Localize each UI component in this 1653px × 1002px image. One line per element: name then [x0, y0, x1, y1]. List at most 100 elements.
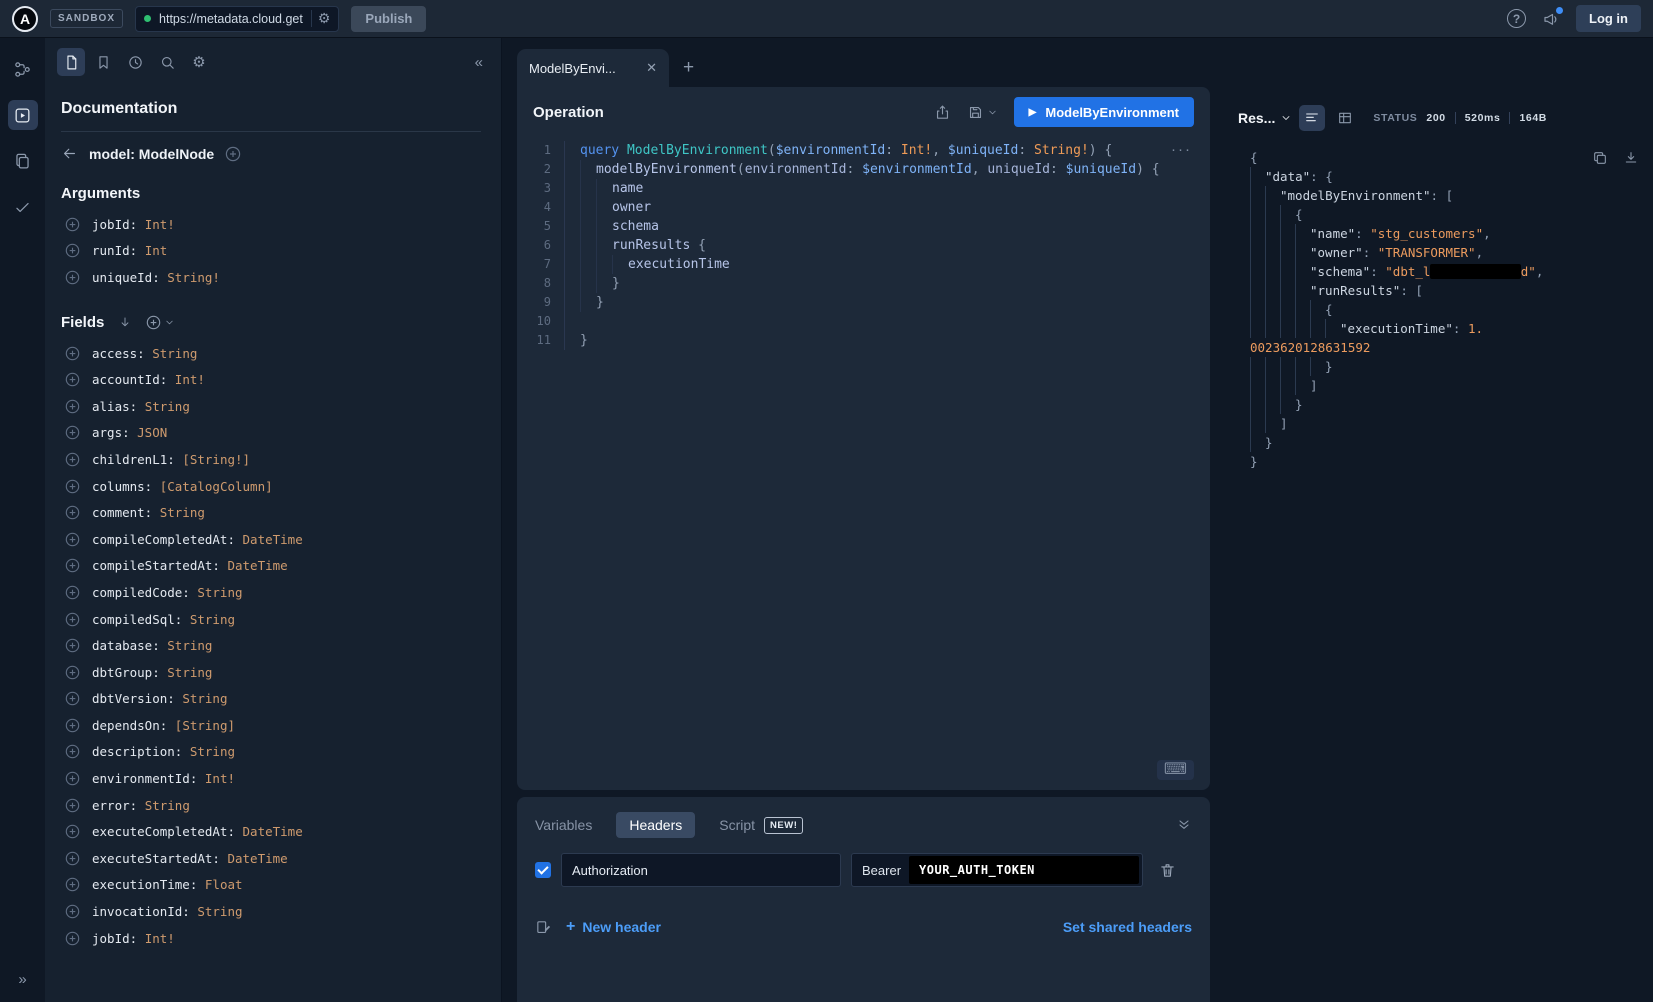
field-label[interactable]: compileCompletedAt: DateTime	[92, 532, 303, 547]
query-editor[interactable]: ··· 1query ModelByEnvironment($environme…	[517, 137, 1210, 350]
help-icon[interactable]: ?	[1507, 9, 1526, 28]
add-to-query-icon[interactable]	[65, 479, 80, 494]
apollo-logo[interactable]: A	[12, 6, 38, 32]
announcements-icon[interactable]	[1542, 10, 1560, 28]
add-to-query-icon[interactable]	[65, 505, 80, 520]
field-label[interactable]: uniqueId: String!	[92, 270, 220, 285]
header-enabled-checkbox[interactable]	[535, 862, 551, 878]
field-label[interactable]: alias: String	[92, 399, 190, 414]
field-label[interactable]: columns: [CatalogColumn]	[92, 479, 273, 494]
add-to-query-icon[interactable]	[65, 217, 80, 232]
field-label[interactable]: executionTime: Float	[92, 877, 243, 892]
field-label[interactable]: childrenL1: [String!]	[92, 452, 250, 467]
add-to-query-icon[interactable]	[65, 638, 80, 653]
editor-overflow-menu-icon[interactable]: ···	[1171, 141, 1192, 158]
field-label[interactable]: executeCompletedAt: DateTime	[92, 824, 303, 839]
back-arrow-icon[interactable]	[61, 145, 78, 162]
readme-clipboard-icon[interactable]	[8, 146, 38, 176]
add-all-fields-icon[interactable]	[146, 315, 175, 330]
add-to-query-icon[interactable]	[65, 452, 80, 467]
sort-fields-icon[interactable]	[118, 315, 132, 329]
add-to-query-icon[interactable]	[65, 346, 80, 361]
field-label[interactable]: dbtGroup: String	[92, 665, 212, 680]
settings-gear-icon[interactable]: ⚙	[185, 48, 213, 76]
tab-variables[interactable]: Variables	[535, 817, 592, 833]
endpoint-settings-gear-icon[interactable]: ⚙	[311, 10, 331, 27]
add-to-query-icon[interactable]	[65, 824, 80, 839]
collapse-bottom-panel-icon[interactable]	[1176, 817, 1192, 833]
tab-script[interactable]: Script NEW!	[719, 817, 803, 834]
add-to-query-icon[interactable]	[65, 931, 80, 946]
field-label[interactable]: access: String	[92, 346, 197, 361]
schema-graph-icon[interactable]	[8, 54, 38, 84]
add-to-query-icon[interactable]	[65, 771, 80, 786]
field-label[interactable]: compiledCode: String	[92, 585, 243, 600]
field-label[interactable]: jobId: Int!	[92, 217, 175, 232]
explorer-icon[interactable]	[8, 100, 38, 130]
expand-rail-icon[interactable]: »	[18, 971, 26, 988]
field-label[interactable]: executeStartedAt: DateTime	[92, 851, 288, 866]
checks-icon[interactable]	[8, 192, 38, 222]
keyboard-shortcuts-icon[interactable]: ⌨	[1157, 760, 1194, 780]
add-to-query-icon[interactable]	[65, 877, 80, 892]
copy-response-icon[interactable]	[1592, 150, 1608, 166]
tab-headers[interactable]: Headers	[616, 812, 695, 838]
field-label[interactable]: error: String	[92, 798, 190, 813]
add-to-query-icon[interactable]	[65, 532, 80, 547]
field-label[interactable]: environmentId: Int!	[92, 771, 235, 786]
new-tab-icon[interactable]: +	[683, 57, 694, 79]
field-label[interactable]: args: JSON	[92, 425, 167, 440]
field-label[interactable]: comment: String	[92, 505, 205, 520]
save-operation-icon[interactable]	[967, 104, 998, 121]
field-label[interactable]: description: String	[92, 744, 235, 759]
add-type-icon[interactable]	[225, 146, 241, 162]
login-button[interactable]: Log in	[1576, 5, 1641, 32]
delete-header-icon[interactable]	[1159, 862, 1176, 879]
add-to-query-icon[interactable]	[65, 558, 80, 573]
current-type-label[interactable]: model: ModelNode	[89, 146, 214, 162]
add-to-query-icon[interactable]	[65, 851, 80, 866]
set-shared-headers-button[interactable]: Set shared headers	[1063, 919, 1192, 935]
add-to-query-icon[interactable]	[65, 399, 80, 414]
add-to-query-icon[interactable]	[65, 744, 80, 759]
close-tab-icon[interactable]: ✕	[646, 60, 657, 76]
operation-tab-label[interactable]: ModelByEnvi...	[529, 61, 638, 76]
add-to-query-icon[interactable]	[65, 585, 80, 600]
history-icon[interactable]	[121, 48, 149, 76]
field-label[interactable]: database: String	[92, 638, 212, 653]
response-dropdown[interactable]: Res...	[1238, 110, 1292, 126]
raw-view-toggle-icon[interactable]	[1299, 105, 1325, 131]
add-to-query-icon[interactable]	[65, 718, 80, 733]
bookmarks-icon[interactable]	[89, 48, 117, 76]
add-to-query-icon[interactable]	[65, 691, 80, 706]
table-view-toggle-icon[interactable]	[1332, 105, 1358, 131]
operation-tab[interactable]: ModelByEnvi... ✕	[517, 49, 669, 87]
field-label[interactable]: jobId: Int!	[92, 931, 175, 946]
add-to-query-icon[interactable]	[65, 612, 80, 627]
field-label[interactable]: runId: Int	[92, 243, 167, 258]
header-value-input[interactable]: Bearer YOUR_AUTH_TOKEN	[851, 853, 1143, 887]
field-label[interactable]: dbtVersion: String	[92, 691, 227, 706]
endpoint-url-box[interactable]: https://metadata.cloud.get ⚙	[135, 6, 339, 32]
share-operation-icon[interactable]	[934, 104, 951, 121]
documentation-tab-icon[interactable]	[57, 48, 85, 76]
add-to-query-icon[interactable]	[65, 270, 80, 285]
field-label[interactable]: invocationId: String	[92, 904, 243, 919]
header-key-input[interactable]	[561, 853, 841, 887]
field-label[interactable]: accountId: Int!	[92, 372, 205, 387]
field-label[interactable]: compiledSql: String	[92, 612, 235, 627]
add-to-query-icon[interactable]	[65, 372, 80, 387]
add-to-query-icon[interactable]	[65, 665, 80, 680]
field-label[interactable]: compileStartedAt: DateTime	[92, 558, 288, 573]
endpoint-url[interactable]: https://metadata.cloud.get	[159, 12, 303, 26]
new-header-button[interactable]: + New header	[566, 918, 661, 936]
edit-raw-headers-icon[interactable]	[535, 919, 552, 936]
add-to-query-icon[interactable]	[65, 425, 80, 440]
add-to-query-icon[interactable]	[65, 243, 80, 258]
auth-token-value[interactable]: YOUR_AUTH_TOKEN	[909, 856, 1139, 884]
add-to-query-icon[interactable]	[65, 904, 80, 919]
add-to-query-icon[interactable]	[65, 798, 80, 813]
run-operation-button[interactable]: ▶ ModelByEnvironment	[1014, 97, 1194, 127]
collapse-docs-panel-icon[interactable]: «	[475, 54, 489, 71]
field-label[interactable]: dependsOn: [String]	[92, 718, 235, 733]
